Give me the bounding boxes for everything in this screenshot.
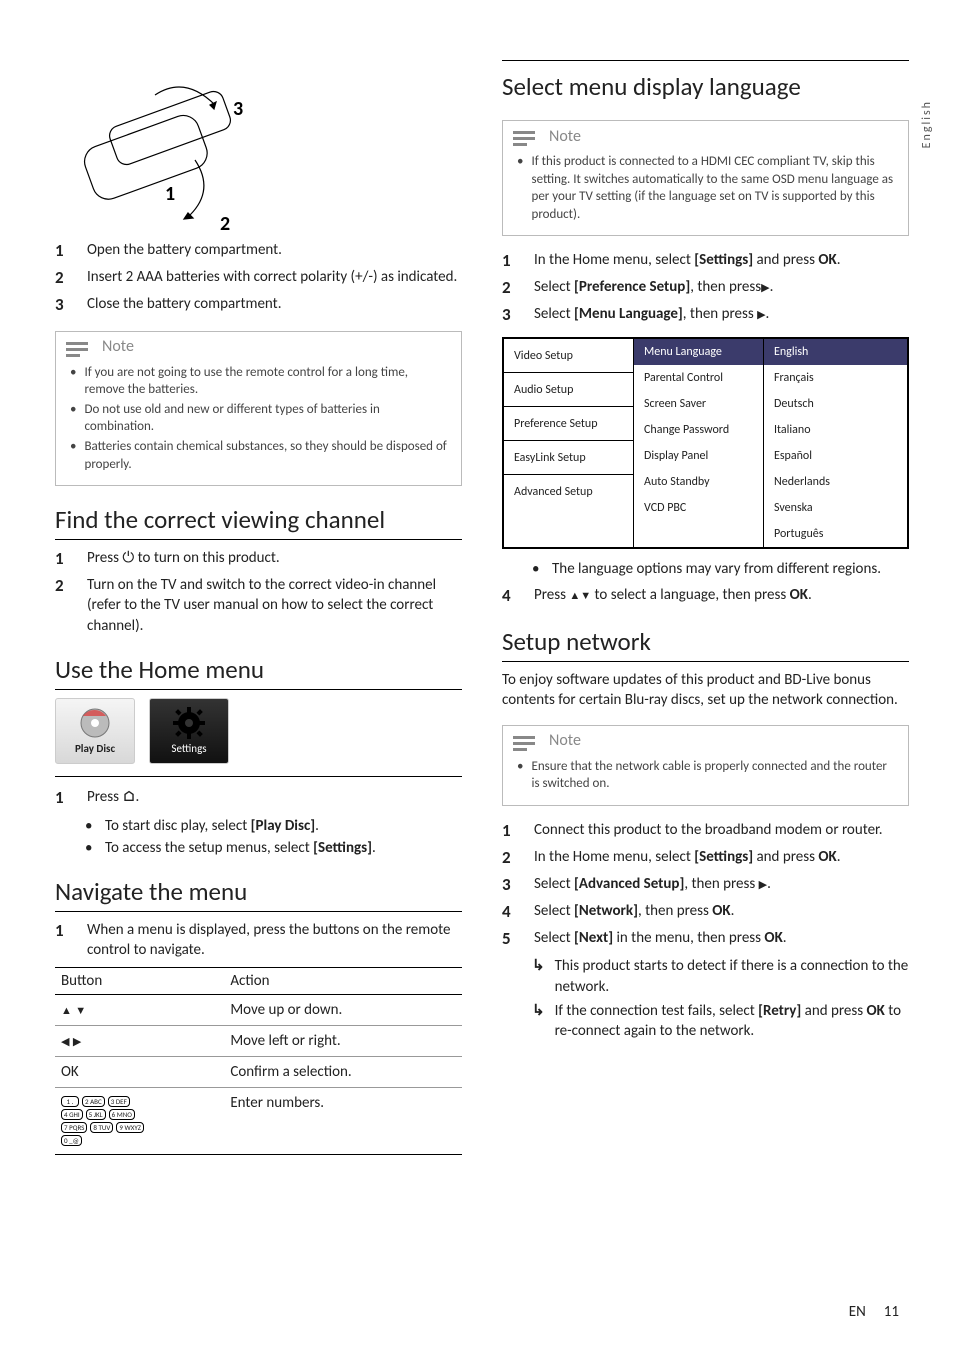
note-item: •If you are not going to use the remote …	[70, 364, 447, 399]
battery-steps: 1Open the battery compartment. 2Insert 2 …	[55, 240, 462, 317]
nav-button-table: ButtonAction Move up or down. Move left …	[55, 967, 462, 1155]
step: 2Insert 2 AAA batteries with correct pol…	[55, 267, 462, 290]
note-title: Note	[102, 337, 134, 356]
note-icon	[64, 336, 92, 358]
find-channel-steps: 1Press to turn on this product. 2Turn on…	[55, 548, 462, 636]
note-item: •Ensure that the network cable is proper…	[517, 758, 894, 793]
menu-mid-item: Auto Standby	[634, 469, 763, 495]
note-item: •Do not use old and new or different typ…	[70, 401, 447, 436]
bullet: •To access the setup menus, select [Sett…	[85, 838, 462, 858]
svg-text:3: 3	[233, 97, 243, 121]
step: 5Select [Next] in the menu, then press O…	[502, 928, 909, 951]
note-item: •If this product is connected to a HDMI …	[517, 153, 894, 223]
play-disc-tile: Play Disc	[55, 698, 135, 764]
table-row: Move up or down.	[55, 994, 462, 1025]
menu-left-item: Audio Setup	[504, 373, 633, 407]
menu-right-item: Italiano	[764, 417, 907, 443]
svg-text:1: 1	[165, 182, 175, 206]
heading-select-language: Select menu display language	[502, 71, 909, 106]
menu-mid-item: Screen Saver	[634, 391, 763, 417]
heading-navigate-menu: Navigate the menu	[55, 876, 462, 912]
up-icon	[569, 586, 580, 604]
step: 1In the Home menu, select [Settings] and…	[502, 250, 909, 273]
note-icon	[511, 125, 539, 147]
menu-right-item: Deutsch	[764, 391, 907, 417]
heading-find-channel: Find the correct viewing channel	[55, 504, 462, 540]
table-row: 1 .2 ABC3 DEF4 GHI5 JKL6 MNO7 PQRS8 TUV9…	[55, 1087, 462, 1154]
step: 2In the Home menu, select [Settings] and…	[502, 847, 909, 870]
right-column: Select menu display language Note •If th…	[502, 60, 909, 1155]
note-box-network: Note •Ensure that the network cable is p…	[502, 725, 909, 806]
network-intro: To enjoy software updates of this produc…	[502, 670, 909, 711]
menu-right-item: Nederlands	[764, 469, 907, 495]
menu-mid-item: VCD PBC	[634, 495, 763, 521]
numeric-keypad-icon: 1 .2 ABC3 DEF4 GHI5 JKL6 MNO7 PQRS8 TUV9…	[61, 1096, 218, 1146]
note-item: •Batteries contain chemical substances, …	[70, 438, 447, 473]
language-side-tab: English	[920, 100, 934, 148]
menu-right-item: Français	[764, 365, 907, 391]
heading-home-menu: Use the Home menu	[55, 654, 462, 690]
heading-setup-network: Setup network	[502, 626, 909, 662]
menu-right-item: Español	[764, 443, 907, 469]
step: 3Select [Menu Language], then press .	[502, 304, 909, 327]
menu-mid-item: Menu Language	[634, 339, 763, 365]
step: 1Connect this product to the broadband m…	[502, 820, 909, 843]
home-icon	[122, 788, 135, 806]
table-row: OKConfirm a selection.	[55, 1056, 462, 1087]
menu-left-item: Preference Setup	[504, 407, 633, 441]
menu-right-item: Svenska	[764, 495, 907, 521]
step: 1Open the battery compartment.	[55, 240, 462, 263]
remote-battery-illustration: 1 2 3	[55, 60, 275, 230]
power-icon	[122, 549, 134, 567]
menu-right-item: Português	[764, 521, 907, 547]
menu-left-item: Advanced Setup	[504, 475, 633, 509]
page-footer: EN11	[849, 1303, 899, 1321]
step: 3Select [Advanced Setup], then press .	[502, 874, 909, 897]
menu-mid-item: Parental Control	[634, 365, 763, 391]
bullet: •To start disc play, select [Play Disc].	[85, 816, 462, 836]
step: 4Select [Network], then press OK.	[502, 901, 909, 924]
menu-left-item: EasyLink Setup	[504, 441, 633, 475]
table-row: Move left or right.	[55, 1025, 462, 1056]
down-icon	[580, 586, 591, 604]
result-bullet: ↳This product starts to detect if there …	[532, 956, 909, 997]
menu-mid-item: Change Password	[634, 417, 763, 443]
left-column: 1 2 3 1Open the battery compartment. 2Ins…	[55, 60, 462, 1155]
step: 2Select [Preference Setup], then press.	[502, 277, 909, 300]
settings-tile: Settings	[149, 698, 229, 764]
note-box-language: Note •If this product is connected to a …	[502, 120, 909, 236]
svg-text:2: 2	[220, 212, 230, 230]
result-bullet: ↳If the connection test fails, select [R…	[532, 1001, 909, 1042]
menu-right-item: English	[764, 339, 907, 365]
home-menu-icons: Play Disc Settings	[55, 698, 462, 777]
step: 3Close the battery compartment.	[55, 294, 462, 317]
settings-menu-screenshot: Video SetupAudio SetupPreference SetupEa…	[502, 337, 909, 549]
note-icon	[511, 730, 539, 752]
note-box-batteries: Note •If you are not going to use the re…	[55, 331, 462, 486]
menu-left-item: Video Setup	[504, 339, 633, 373]
menu-mid-item: Display Panel	[634, 443, 763, 469]
